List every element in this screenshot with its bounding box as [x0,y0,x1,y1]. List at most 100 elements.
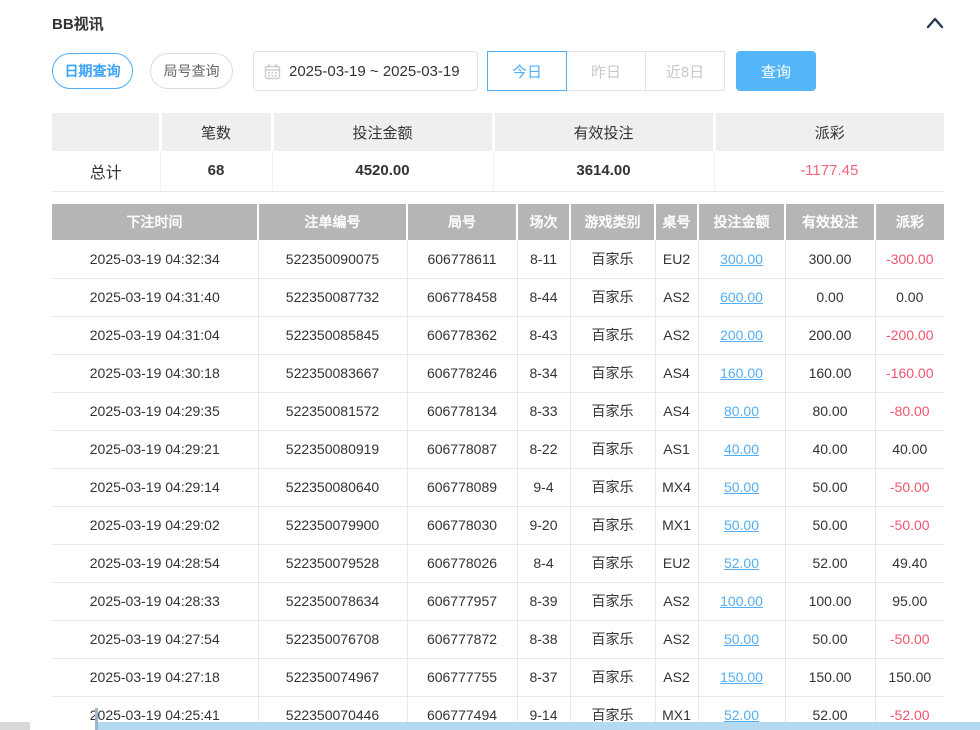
bet-time-cell: 2025-03-19 04:28:33 [52,582,258,620]
table-number-cell: AS1 [655,430,698,468]
valid-bet-cell: 52.00 [785,544,875,582]
search-button[interactable]: 查询 [736,51,816,91]
header-round-number: 局号 [407,204,517,240]
bet-amount-cell: 50.00 [698,506,785,544]
table-row: 2025-03-19 04:28:33 522350078634 6067779… [52,582,944,620]
round-number-cell: 606778458 [407,278,517,316]
round-number-cell: 606777872 [407,620,517,658]
valid-bet-cell: 200.00 [785,316,875,354]
table-number-cell: AS4 [655,354,698,392]
game-type-cell: 百家乐 [570,506,655,544]
payout-cell: -80.00 [875,392,944,430]
round-number-cell: 606778134 [407,392,517,430]
bet-amount-link[interactable]: 40.00 [724,441,759,457]
header-valid-bet: 有效投注 [785,204,875,240]
last-8-days-button[interactable]: 近8日 [645,51,725,91]
bet-time-cell: 2025-03-19 04:29:35 [52,392,258,430]
payout-cell: -50.00 [875,506,944,544]
bet-time-cell: 2025-03-19 04:29:14 [52,468,258,506]
valid-bet-cell: 50.00 [785,506,875,544]
header-table-number: 桌号 [655,204,698,240]
game-type-cell: 百家乐 [570,620,655,658]
round-number-cell: 606777957 [407,582,517,620]
bet-amount-cell: 40.00 [698,430,785,468]
bet-amount-link[interactable]: 52.00 [724,707,759,723]
round-number-cell: 606778246 [407,354,517,392]
summary-count-value: 68 [160,151,272,191]
game-type-cell: 百家乐 [570,658,655,696]
bet-time-cell: 2025-03-19 04:31:04 [52,316,258,354]
round-number-cell: 606778089 [407,468,517,506]
bet-amount-link[interactable]: 300.00 [720,251,763,267]
order-number-cell: 522350078634 [258,582,407,620]
bet-time-cell: 2025-03-19 04:32:34 [52,240,258,278]
bet-records-table: 下注时间 注单编号 局号 场次 游戏类别 桌号 投注金额 有效投注 派彩 202… [52,204,944,730]
bet-amount-cell: 50.00 [698,620,785,658]
table-row: 2025-03-19 04:29:35 522350081572 6067781… [52,392,944,430]
bet-amount-link[interactable]: 52.00 [724,555,759,571]
table-row: 2025-03-19 04:31:40 522350087732 6067784… [52,278,944,316]
summary-total-row: 总计 68 4520.00 3614.00 -1177.45 [52,151,944,191]
summary-header-payout: 派彩 [714,113,944,151]
bet-time-cell: 2025-03-19 04:29:02 [52,506,258,544]
bet-time-cell: 2025-03-19 04:27:18 [52,658,258,696]
game-type-cell: 百家乐 [570,544,655,582]
payout-cell: -200.00 [875,316,944,354]
bet-amount-link[interactable]: 80.00 [724,403,759,419]
game-type-cell: 百家乐 [570,278,655,316]
date-range-input[interactable]: 2025-03-19 ~ 2025-03-19 [253,51,478,91]
bet-amount-link[interactable]: 50.00 [724,631,759,647]
bet-amount-cell: 150.00 [698,658,785,696]
valid-bet-cell: 80.00 [785,392,875,430]
header-bet-amount: 投注金额 [698,204,785,240]
table-row: 2025-03-19 04:29:02 522350079900 6067780… [52,506,944,544]
payout-cell: 49.40 [875,544,944,582]
bet-amount-link[interactable]: 160.00 [720,365,763,381]
bet-amount-link[interactable]: 50.00 [724,517,759,533]
chevron-up-icon[interactable] [926,16,944,30]
round-number-cell: 606777755 [407,658,517,696]
header-bet-time: 下注时间 [52,204,258,240]
bet-amount-link[interactable]: 600.00 [720,289,763,305]
table-number-cell: AS2 [655,316,698,354]
header-game-type: 游戏类别 [570,204,655,240]
today-button[interactable]: 今日 [487,51,567,91]
round-number-cell: 606778362 [407,316,517,354]
round-number-cell: 606778026 [407,544,517,582]
round-number-cell: 606778611 [407,240,517,278]
table-number-cell: AS2 [655,658,698,696]
bb-video-panel: BB视讯 日期查询 局号查询 2025-03-19 ~ 2025-03-19 今 [0,0,980,730]
table-number-cell: AS2 [655,620,698,658]
session-cell: 8-38 [517,620,570,658]
table-row: 2025-03-19 04:27:54 522350076708 6067778… [52,620,944,658]
bet-amount-link[interactable]: 50.00 [724,479,759,495]
round-query-button[interactable]: 局号查询 [150,53,233,89]
summary-payout-value: -1177.45 [714,151,944,191]
bet-amount-link[interactable]: 150.00 [720,669,763,685]
date-query-button[interactable]: 日期查询 [52,53,133,89]
quick-range-group: 今日 昨日 近8日 [487,51,725,91]
table-number-cell: AS2 [655,278,698,316]
order-number-cell: 522350080919 [258,430,407,468]
order-number-cell: 522350080640 [258,468,407,506]
table-row: 2025-03-19 04:29:21 522350080919 6067780… [52,430,944,468]
bet-amount-link[interactable]: 200.00 [720,327,763,343]
bet-amount-cell: 100.00 [698,582,785,620]
table-number-cell: AS4 [655,392,698,430]
bet-amount-cell: 52.00 [698,544,785,582]
game-type-cell: 百家乐 [570,430,655,468]
payout-cell: 0.00 [875,278,944,316]
bet-amount-cell: 600.00 [698,278,785,316]
bet-amount-cell: 50.00 [698,468,785,506]
bet-time-cell: 2025-03-19 04:29:21 [52,430,258,468]
table-number-cell: EU2 [655,544,698,582]
bet-amount-link[interactable]: 100.00 [720,593,763,609]
table-number-cell: EU2 [655,240,698,278]
bottom-scrollbar-thumb[interactable] [98,722,980,730]
table-row: 2025-03-19 04:29:14 522350080640 6067780… [52,468,944,506]
yesterday-button[interactable]: 昨日 [566,51,646,91]
header-payout: 派彩 [875,204,944,240]
bet-amount-cell: 200.00 [698,316,785,354]
session-cell: 8-34 [517,354,570,392]
game-type-cell: 百家乐 [570,240,655,278]
